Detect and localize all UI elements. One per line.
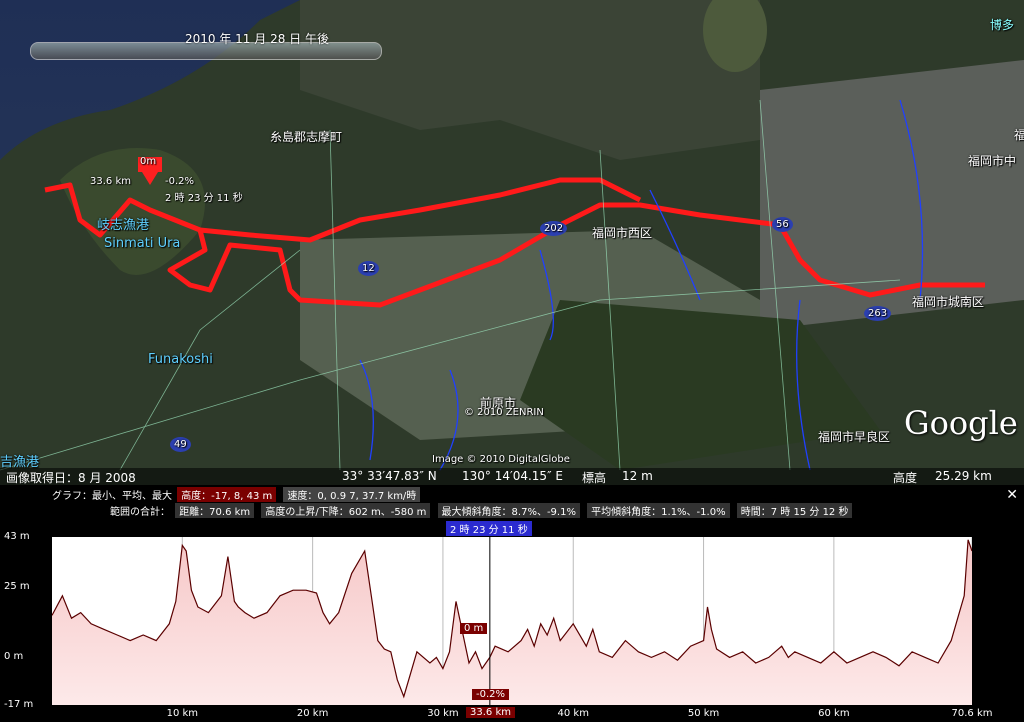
duration-stat: 時間：7 時 15 分 12 秒 — [736, 503, 853, 518]
cursor-grade-label: -0.2% — [472, 689, 510, 700]
selected-time: 2 時 23 分 11 秒 — [446, 521, 532, 536]
y-tick-label: 43 m — [4, 531, 30, 542]
satellite-map[interactable]: 2010 年 11 月 28 日 午後 糸島郡志摩町 岐志漁港 Sinmati … — [0, 0, 1024, 485]
altitude-value: 25.29 km — [935, 469, 992, 483]
distance-stat: 距離：70.6 km — [175, 503, 255, 518]
acquisition-date: 画像取得日：8 月 2008 — [6, 471, 136, 485]
graph-stats-row: グラフ：最小、平均、最大 高度：-17, 8, 43 m 速度：0, 0.9 7… — [52, 487, 422, 502]
route-badge: 12 — [358, 261, 379, 276]
place-label: Sinmati Ura — [104, 236, 181, 251]
place-label: 岐志漁港 — [97, 218, 150, 233]
place-label: 福岡市早良区 — [818, 430, 891, 444]
latitude: 33° 33′47.83″ N — [342, 469, 437, 483]
x-tick-label: 40 km — [557, 708, 589, 719]
time-label: 2010 年 11 月 28 日 午後 — [185, 32, 329, 46]
y-tick-label: 25 m — [4, 581, 30, 593]
x-tick-label: 20 km — [296, 708, 329, 719]
elevation-label: 標高 — [582, 471, 607, 485]
max-slope-stat: 最大傾斜角度：8.7%、-9.1% — [437, 503, 580, 518]
elevation-profile-panel: グラフ：最小、平均、最大 高度：-17, 8, 43 m 速度：0, 0.9 7… — [0, 485, 1024, 722]
route-badge: 49 — [170, 437, 191, 452]
x-tick-label: 10 km — [166, 708, 199, 719]
google-logo: Google — [904, 404, 1018, 442]
updown-stat: 高度の上昇/下降：602 m、-580 m — [261, 503, 431, 518]
route-badge: 202 — [540, 221, 568, 236]
y-tick-label: -17 m — [4, 699, 34, 710]
x-tick-label: 60 km — [818, 708, 850, 719]
marker-elevation: 0m — [140, 156, 157, 167]
cursor-elevation-label: 0 m — [460, 623, 488, 634]
place-label: 福 — [1014, 128, 1024, 142]
graph-label: グラフ：最小、平均、最大 — [52, 491, 172, 502]
marker-grade: -0.2% — [165, 176, 195, 187]
x-tick-label: 70.6 km — [951, 708, 993, 719]
marker-distance: 33.6 km — [90, 176, 131, 187]
marker-time: 2 時 23 分 11 秒 — [165, 193, 243, 204]
zenrin-copyright: © 2010 ZENRIN — [464, 407, 544, 418]
y-tick-label: 0 m — [4, 651, 24, 663]
place-label: Funakoshi — [148, 352, 213, 367]
imagery-copyright: Image © 2010 DigitalGlobe — [432, 454, 570, 465]
altitude-label: 高度 — [893, 471, 918, 485]
x-tick-label: 50 km — [687, 708, 720, 719]
range-stats-row: 範囲の合計： 距離：70.6 km 高度の上昇/下降：602 m、-580 m … — [110, 503, 854, 518]
avg-slope-stat: 平均傾斜角度：1.1%、-1.0% — [587, 503, 730, 518]
route-badge: 263 — [864, 306, 892, 321]
close-icon[interactable]: ✕ — [1006, 487, 1018, 503]
place-label: 糸島郡志摩町 — [270, 130, 343, 144]
place-label: 福岡市中 — [968, 154, 1017, 168]
place-label: 博多 — [990, 18, 1015, 32]
speed-stat[interactable]: 速度：0, 0.9 7, 37.7 km/時 — [283, 487, 421, 502]
place-label: 福岡市西区 — [592, 226, 653, 240]
status-bar: 画像取得日：8 月 2008 33° 33′47.83″ N 130° 14′0… — [0, 468, 1024, 485]
x-tick-label: 30 km — [427, 708, 459, 719]
range-label: 範囲の合計： — [110, 507, 170, 518]
longitude: 130° 14′04.15″ E — [462, 469, 563, 483]
elevation-stat[interactable]: 高度：-17, 8, 43 m — [177, 487, 277, 502]
cursor-distance-label: 33.6 km — [466, 707, 515, 718]
elevation-value: 12 m — [622, 469, 653, 483]
route-badge: 56 — [772, 217, 793, 232]
elevation-chart[interactable] — [52, 537, 972, 705]
place-label: 福岡市城南区 — [912, 295, 985, 309]
